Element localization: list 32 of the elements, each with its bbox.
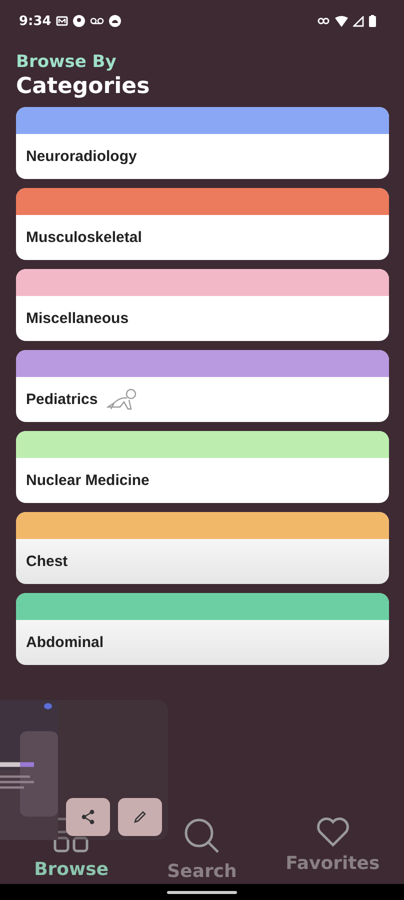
app-icon (109, 15, 122, 27)
category-card[interactable]: Chest (16, 512, 389, 584)
account-icon (73, 15, 86, 27)
share-button[interactable] (66, 798, 110, 836)
battery-icon (369, 15, 376, 27)
category-label: Pediatrics (26, 391, 98, 408)
voicemail-icon (90, 17, 104, 25)
category-label: Nuclear Medicine (26, 472, 150, 489)
category-card[interactable]: Nuclear Medicine (16, 431, 389, 503)
category-label: Chest (26, 553, 68, 570)
category-card[interactable]: Musculoskeletal (16, 188, 389, 260)
pencil-icon (133, 810, 147, 824)
notification-icon (56, 16, 68, 26)
link-icon (317, 17, 330, 25)
heart-icon (316, 817, 350, 847)
header-subtitle: Browse By (16, 52, 118, 72)
category-card[interactable]: Neuroradiology (16, 107, 389, 179)
search-icon (182, 817, 221, 855)
category-label: Musculoskeletal (26, 229, 142, 246)
category-label: Abdominal (26, 634, 104, 651)
category-card[interactable]: Pediatrics (16, 350, 389, 422)
share-icon (81, 809, 95, 825)
category-label: Miscellaneous (26, 310, 129, 327)
header-title: Categories (16, 74, 151, 99)
status-time: 9:34 (19, 14, 52, 28)
category-card[interactable]: Miscellaneous (16, 269, 389, 341)
edit-button[interactable] (118, 798, 162, 836)
home-indicator[interactable] (167, 890, 237, 894)
signal-icon (353, 16, 364, 26)
wifi-icon (335, 16, 348, 26)
category-label: Neuroradiology (26, 148, 137, 165)
category-card[interactable]: Abdominal (16, 593, 389, 665)
